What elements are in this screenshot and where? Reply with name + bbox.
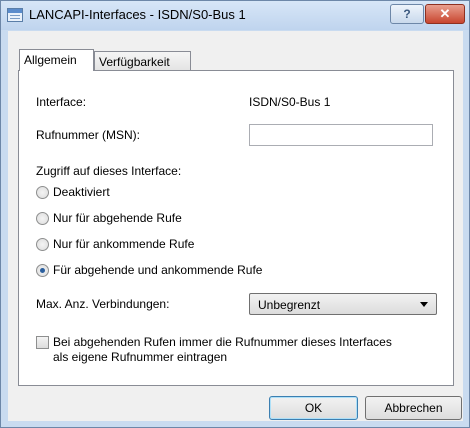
close-icon: ✕ — [439, 6, 451, 21]
tab-verfuegbarkeit[interactable]: Verfügbarkeit — [94, 51, 191, 71]
question-icon: ? — [403, 7, 411, 21]
access-label: Zugriff auf dieses Interface: — [36, 164, 182, 178]
window-title: LANCAPI-Interfaces - ISDN/S0-Bus 1 — [29, 7, 246, 22]
chevron-down-icon — [420, 302, 428, 307]
help-button[interactable]: ? — [390, 4, 424, 24]
msn-input[interactable] — [249, 124, 433, 146]
own-number-label-line1: Bei abgehenden Rufen immer die Rufnummer… — [53, 335, 392, 349]
radio-nur-abgehend-label[interactable]: Nur für abgehende Rufe — [53, 211, 182, 225]
radio-deaktiviert-label[interactable]: Deaktiviert — [53, 185, 110, 199]
max-connections-value: Unbegrenzt — [258, 298, 321, 312]
own-number-label-line2: als eigene Rufnummer eintragen — [53, 350, 228, 364]
radio-nur-abgehend[interactable] — [36, 212, 49, 225]
close-button[interactable]: ✕ — [425, 4, 465, 24]
ok-button[interactable]: OK — [269, 396, 358, 420]
msn-label: Rufnummer (MSN): — [36, 128, 141, 142]
own-number-checkbox[interactable] — [36, 336, 49, 349]
max-connections-label: Max. Anz. Verbindungen: — [36, 297, 170, 311]
radio-nur-ankommend[interactable] — [36, 238, 49, 251]
tab-allgemein[interactable]: Allgemein — [19, 49, 94, 71]
window-app-icon — [7, 8, 23, 22]
cancel-button[interactable]: Abbrechen — [365, 396, 462, 420]
title-bar[interactable]: LANCAPI-Interfaces - ISDN/S0-Bus 1 ? ✕ — [1, 1, 469, 30]
radio-abgehend-und-ankommend[interactable] — [36, 264, 49, 277]
interface-value: ISDN/S0-Bus 1 — [249, 95, 331, 109]
radio-nur-ankommend-label[interactable]: Nur für ankommende Rufe — [53, 237, 194, 251]
own-number-label[interactable]: Bei abgehenden Rufen immer die Rufnummer… — [53, 335, 392, 365]
max-connections-select[interactable]: Unbegrenzt — [249, 293, 437, 315]
interface-label: Interface: — [36, 95, 87, 109]
radio-deaktiviert[interactable] — [36, 186, 49, 199]
radio-abgehend-und-ankommend-label[interactable]: Für abgehende und ankommende Rufe — [53, 263, 262, 277]
